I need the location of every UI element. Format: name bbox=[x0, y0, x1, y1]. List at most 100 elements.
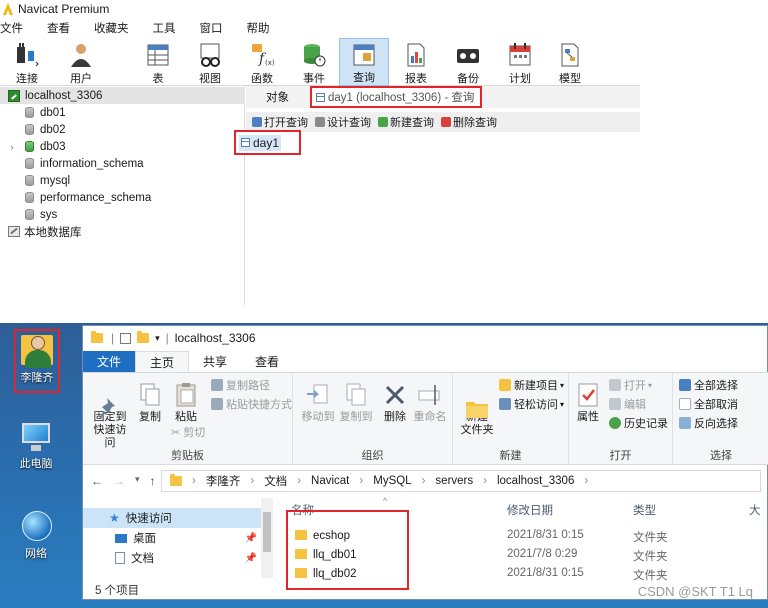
menu-favorites[interactable]: 收藏夹 bbox=[94, 20, 129, 36]
pin-icon[interactable]: 📌 bbox=[245, 553, 257, 564]
select-none-button[interactable]: 全部取消 bbox=[679, 396, 738, 412]
paste-shortcut-button[interactable]: 粘贴快捷方式 bbox=[211, 396, 292, 412]
open-query-label: 打开查询 bbox=[264, 117, 308, 129]
breadcrumb-item[interactable]: Navicat bbox=[311, 475, 349, 487]
tree-db-information-schema[interactable]: information_schema bbox=[0, 155, 144, 172]
navigation-scrollbar[interactable] bbox=[261, 498, 273, 578]
menu-file[interactable]: 文件 bbox=[0, 20, 23, 36]
open-button[interactable]: 打开 ▾ bbox=[609, 377, 652, 393]
back-arrow-icon[interactable]: ← bbox=[91, 474, 103, 488]
cut-button[interactable]: ✂ 剪切 bbox=[171, 424, 205, 440]
tab-view[interactable]: 查看 bbox=[241, 351, 293, 372]
new-folder-quick-icon[interactable] bbox=[137, 331, 150, 343]
delete-query-button[interactable]: 删除查询 bbox=[441, 114, 497, 130]
toolbar-table-button[interactable]: 表 bbox=[133, 38, 183, 86]
properties-check-icon[interactable] bbox=[120, 332, 132, 344]
recent-dropdown-icon[interactable]: ▾ bbox=[135, 474, 140, 488]
toolbar-function-button[interactable]: f (x) 函数 bbox=[237, 38, 287, 86]
breadcrumb-item[interactable]: MySQL bbox=[373, 475, 411, 487]
column-size[interactable]: 大 bbox=[749, 502, 761, 518]
tree-db-mysql[interactable]: mysql bbox=[0, 172, 70, 189]
address-bar[interactable]: › 李隆齐 › 文档 › Navicat › MySQL › servers ›… bbox=[161, 470, 761, 492]
paste-button[interactable]: 粘贴 bbox=[171, 381, 201, 424]
tree-local-database[interactable]: 本地数据库 bbox=[0, 223, 82, 240]
main-toolbar: 连接 用户 表 视图 f (x) 函数 事件 查询 报表 备份 计划 模型 bbox=[0, 38, 640, 86]
column-type[interactable]: 类型 bbox=[633, 502, 656, 518]
breadcrumb-item[interactable]: localhost_3306 bbox=[497, 475, 574, 487]
new-group-label: 新建 bbox=[499, 450, 522, 462]
tree-connection-localhost[interactable]: localhost_3306 bbox=[0, 87, 245, 104]
toolbar-view-label: 视图 bbox=[199, 73, 221, 85]
query-item-day1[interactable]: day1 bbox=[234, 130, 301, 155]
copy-path-button[interactable]: 复制路径 bbox=[211, 377, 270, 393]
nav-desktop[interactable]: 桌面 📌 bbox=[83, 528, 261, 548]
new-query-button[interactable]: 新建查询 bbox=[378, 114, 434, 130]
menu-window[interactable]: 窗口 bbox=[200, 20, 223, 36]
view-icon bbox=[196, 40, 224, 70]
chevron-right-icon[interactable]: › bbox=[8, 142, 16, 152]
desktop-user-folder[interactable]: 李隆齐 bbox=[9, 333, 65, 385]
tab-objects[interactable]: 对象 bbox=[266, 89, 289, 105]
history-button[interactable]: 历史记录 bbox=[609, 415, 668, 431]
tab-home[interactable]: 主页 bbox=[135, 351, 190, 372]
design-query-button[interactable]: 设计查询 bbox=[315, 114, 371, 130]
nav-quick-access[interactable]: ★ 快速访问 bbox=[83, 508, 261, 528]
toolbar-connect-button[interactable]: 连接 bbox=[2, 38, 52, 86]
tab-share[interactable]: 共享 bbox=[189, 351, 241, 372]
tree-db-sys[interactable]: sys bbox=[0, 206, 57, 223]
up-arrow-icon[interactable]: ↑ bbox=[150, 474, 156, 488]
column-date[interactable]: 修改日期 bbox=[507, 502, 553, 518]
tree-db-db03[interactable]: › db03 bbox=[0, 138, 66, 155]
tree-db-db01[interactable]: db01 bbox=[0, 104, 66, 121]
toolbar-backup-button[interactable]: 备份 bbox=[443, 38, 493, 86]
forward-arrow-icon[interactable]: → bbox=[113, 474, 125, 488]
rename-button[interactable]: 重命名 bbox=[411, 381, 449, 424]
toolbar-report-button[interactable]: 报表 bbox=[391, 38, 441, 86]
quick-access-dropdown-icon[interactable]: ▾ bbox=[155, 333, 160, 344]
copy-button[interactable]: 复制 bbox=[135, 381, 165, 424]
breadcrumb-item[interactable]: 李隆齐 bbox=[206, 473, 241, 489]
breadcrumb-item[interactable]: 文档 bbox=[264, 473, 287, 489]
nav-documents[interactable]: 文档 📌 bbox=[83, 548, 261, 568]
move-to-button[interactable]: 移动到 bbox=[301, 381, 335, 424]
toolbar-view-button[interactable]: 视图 bbox=[185, 38, 235, 86]
navicat-titlebar: Navicat Premium bbox=[0, 0, 640, 18]
menu-view[interactable]: 查看 bbox=[47, 20, 70, 36]
toolbar-user-button[interactable]: 用户 bbox=[56, 38, 106, 86]
easy-access-icon bbox=[499, 398, 511, 410]
toolbar-model-button[interactable]: 模型 bbox=[545, 38, 595, 86]
tree-db-performance-schema[interactable]: performance_schema bbox=[0, 189, 151, 206]
invert-selection-button[interactable]: 反向选择 bbox=[679, 415, 738, 431]
toolbar-event-button[interactable]: 事件 bbox=[289, 38, 339, 86]
network-globe-icon bbox=[18, 509, 54, 545]
folders-highlight bbox=[286, 510, 409, 590]
open-query-button[interactable]: 打开查询 bbox=[252, 114, 308, 130]
tree-db-db02[interactable]: db02 bbox=[0, 121, 66, 138]
breadcrumb-item[interactable]: servers bbox=[435, 475, 473, 487]
tab-query-day1[interactable]: day1 (localhost_3306) - 查询 bbox=[310, 86, 483, 108]
toolbar-schedule-button[interactable]: 计划 bbox=[495, 38, 545, 86]
pin-icon[interactable]: 📌 bbox=[245, 533, 257, 544]
select-group: 全部选择 全部取消 反向选择 选择 bbox=[673, 373, 768, 465]
open-group: 属性 打开 ▾ 编辑 历史记录 打开 bbox=[569, 373, 673, 465]
pin-quick-access-button[interactable]: 固定到 快速访问 bbox=[89, 381, 131, 450]
new-item-button[interactable]: 新建项目 ▾ bbox=[499, 377, 564, 393]
tab-file[interactable]: 文件 bbox=[83, 351, 136, 372]
edit-button[interactable]: 编辑 bbox=[609, 396, 646, 412]
properties-button[interactable]: 属性 bbox=[573, 381, 603, 424]
history-icon bbox=[609, 417, 621, 429]
menu-tools[interactable]: 工具 bbox=[153, 20, 176, 36]
easy-access-button[interactable]: 轻松访问 ▾ bbox=[499, 396, 564, 412]
delete-button[interactable]: 删除 bbox=[381, 381, 409, 424]
desktop-network[interactable]: 网络 bbox=[8, 509, 64, 561]
toolbar-query-button[interactable]: 查询 bbox=[339, 38, 389, 86]
computer-icon bbox=[18, 419, 54, 455]
toolbar-connect-label: 连接 bbox=[16, 73, 38, 85]
new-folder-button[interactable]: 新建 文件夹 bbox=[457, 381, 497, 437]
scrollbar-thumb[interactable] bbox=[263, 512, 271, 552]
select-all-button[interactable]: 全部选择 bbox=[679, 377, 738, 393]
desktop-this-pc[interactable]: 此电脑 bbox=[8, 419, 64, 471]
menu-help[interactable]: 帮助 bbox=[247, 20, 270, 36]
ribbon-tabs: 文件 主页 共享 查看 bbox=[83, 351, 768, 373]
copy-to-button[interactable]: 复制到 bbox=[339, 381, 373, 424]
